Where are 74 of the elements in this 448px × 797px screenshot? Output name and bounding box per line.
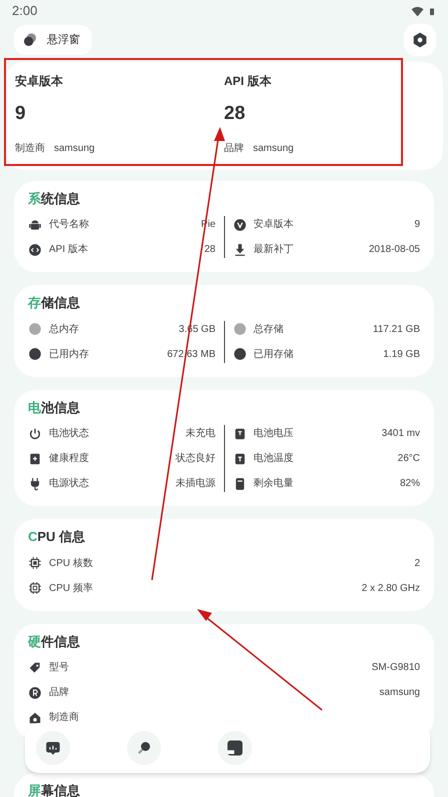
row-label: CPU 核数 bbox=[49, 556, 93, 570]
summary-value: 9 bbox=[15, 102, 27, 126]
layers-icon bbox=[22, 32, 38, 48]
summary-title: 安卓版本 bbox=[15, 73, 64, 90]
power-icon bbox=[28, 426, 42, 440]
row-value: 28 bbox=[204, 243, 216, 257]
row-label: 总存储 bbox=[254, 322, 284, 336]
wifi-icon bbox=[411, 4, 424, 18]
android-icon bbox=[28, 218, 42, 232]
row-value: 82% bbox=[400, 477, 420, 491]
row-label: CPU 频率 bbox=[49, 582, 93, 596]
row-value: 26°C bbox=[398, 452, 420, 466]
chip-icon bbox=[28, 556, 42, 570]
row-label: 总内存 bbox=[49, 322, 79, 336]
circle-icon bbox=[232, 347, 246, 361]
row-label: 型号 bbox=[49, 660, 69, 675]
row-value: 2018-08-05 bbox=[368, 243, 420, 257]
summary-title: API 版本 bbox=[224, 73, 272, 90]
code-icon bbox=[28, 242, 42, 256]
chat-icon bbox=[44, 739, 62, 757]
circle-icon bbox=[28, 347, 42, 361]
footer-value: samsung bbox=[54, 142, 95, 156]
r-badge-icon bbox=[28, 686, 42, 700]
nav-button[interactable] bbox=[218, 731, 252, 765]
nav-button[interactable] bbox=[127, 731, 161, 765]
summary-value: 28 bbox=[224, 102, 246, 126]
chip-icon bbox=[28, 581, 42, 595]
status-time: 2:00 bbox=[12, 2, 38, 20]
row-label: 已用内存 bbox=[49, 348, 89, 362]
row-value: samsung bbox=[379, 686, 420, 700]
row-label: 电源状态 bbox=[49, 476, 89, 491]
device-icon bbox=[226, 739, 244, 757]
download-icon bbox=[232, 242, 246, 256]
row-label: 健康程度 bbox=[49, 452, 89, 466]
row-value: SM-G9810 bbox=[372, 661, 420, 675]
settings-button[interactable] bbox=[404, 24, 436, 56]
card-title: CPU 信息 bbox=[28, 528, 86, 546]
row-label: 电池温度 bbox=[254, 452, 294, 466]
row-label: 安卓版本 bbox=[254, 218, 294, 232]
v-badge-icon bbox=[232, 218, 246, 232]
row-value: 状态良好 bbox=[176, 452, 216, 466]
row-label: 剩余电量 bbox=[254, 476, 294, 491]
row-value: 未充电 bbox=[186, 426, 216, 441]
plug-icon bbox=[28, 476, 42, 490]
row-value: 9 bbox=[414, 218, 420, 232]
row-label: 电池电压 bbox=[254, 426, 294, 441]
row-value: 117.21 GB bbox=[372, 322, 420, 336]
row-value: 2 bbox=[414, 556, 420, 570]
health-icon bbox=[28, 452, 42, 466]
float-window-button[interactable]: 悬浮窗 bbox=[14, 25, 92, 55]
settings-icon bbox=[412, 32, 428, 48]
row-value: 2 x 2.80 GHz bbox=[362, 582, 420, 596]
circle-icon bbox=[28, 322, 42, 336]
tag-icon bbox=[28, 660, 42, 674]
row-label: API 版本 bbox=[49, 242, 88, 257]
row-value: 1.19 GB bbox=[383, 348, 420, 362]
row-label: 代号名称 bbox=[49, 218, 89, 232]
card-title: 屏幕信息 bbox=[28, 782, 81, 797]
card-title: 电池信息 bbox=[28, 398, 81, 416]
row-label: 制造商 bbox=[49, 710, 79, 725]
row-value: 未插电源 bbox=[176, 476, 216, 491]
footer-label: 制造商 bbox=[15, 142, 45, 156]
circle-icon bbox=[232, 322, 246, 336]
footer-label: 品牌 bbox=[224, 142, 244, 156]
card-title: 硬件信息 bbox=[28, 632, 81, 650]
row-label: 电池状态 bbox=[49, 426, 89, 441]
row-label: 品牌 bbox=[49, 686, 69, 700]
row-label: 最新补丁 bbox=[254, 242, 294, 257]
card-title: 系统信息 bbox=[28, 190, 81, 208]
footer-value: samsung bbox=[253, 142, 294, 156]
row-value: 3401 mv bbox=[382, 427, 420, 441]
row-label: 已用存储 bbox=[254, 348, 294, 362]
card-title: 存储信息 bbox=[28, 294, 81, 312]
nav-button[interactable] bbox=[36, 731, 70, 765]
